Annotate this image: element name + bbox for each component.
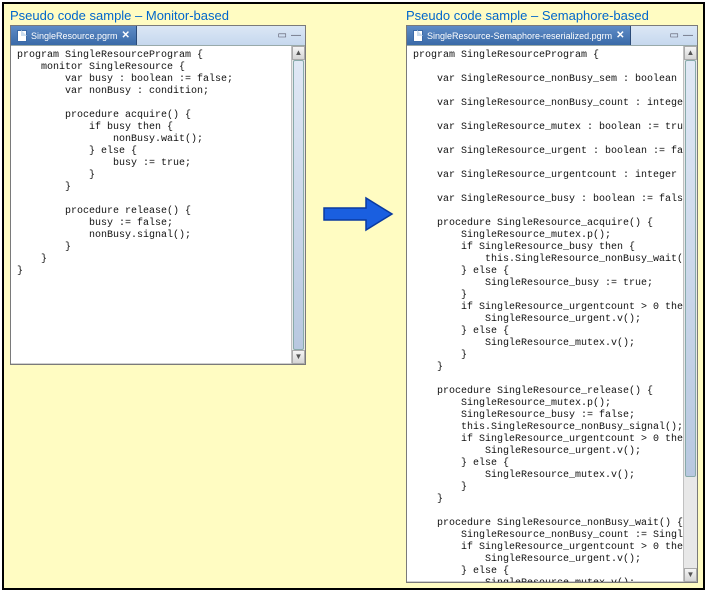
scroll-down-icon[interactable]: ▼ xyxy=(684,568,697,582)
scroll-track[interactable] xyxy=(292,60,305,350)
right-column: Pseudo code sample – Semaphore-based Sin… xyxy=(406,8,698,583)
left-column: Pseudo code sample – Monitor-based Singl… xyxy=(10,8,306,365)
editor-right: SingleResource-Semaphore-reserialized.pg… xyxy=(406,25,698,583)
tabbar-right: SingleResource-Semaphore-reserialized.pg… xyxy=(407,26,697,46)
minimize-icon[interactable]: — xyxy=(291,30,301,41)
arrow-shape xyxy=(324,198,392,230)
scroll-up-icon[interactable]: ▲ xyxy=(684,46,697,60)
scroll-thumb[interactable] xyxy=(685,60,696,477)
document-icon xyxy=(17,30,27,42)
scroll-down-icon[interactable]: ▼ xyxy=(292,350,305,364)
scrollbar-left[interactable]: ▲ ▼ xyxy=(291,46,305,364)
scroll-up-icon[interactable]: ▲ xyxy=(292,46,305,60)
close-icon[interactable]: ✕ xyxy=(616,30,624,41)
tab-label: SingleResource-Semaphore-reserialized.pg… xyxy=(427,31,612,41)
heading-left: Pseudo code sample – Monitor-based xyxy=(10,8,306,23)
scrollbar-right[interactable]: ▲ ▼ xyxy=(683,46,697,582)
tabbar-left: SingleResource.pgrm ✕ ▭ — xyxy=(11,26,305,46)
tab-right-file[interactable]: SingleResource-Semaphore-reserialized.pg… xyxy=(407,26,631,45)
diagram-frame: Pseudo code sample – Monitor-based Singl… xyxy=(2,2,705,590)
restore-icon[interactable]: ▭ xyxy=(670,30,679,41)
window-buttons: ▭ — xyxy=(666,26,697,45)
document-icon xyxy=(413,30,423,42)
tabbar-spacer xyxy=(631,26,665,45)
window-buttons: ▭ — xyxy=(274,26,305,45)
code-area-left: program SingleResourceProgram { monitor … xyxy=(11,46,305,364)
arrow-right-icon xyxy=(322,194,394,234)
code-right[interactable]: program SingleResourceProgram { var Sing… xyxy=(407,46,683,582)
scroll-track[interactable] xyxy=(684,60,697,568)
heading-right: Pseudo code sample – Semaphore-based xyxy=(406,8,698,23)
minimize-icon[interactable]: — xyxy=(683,30,693,41)
editor-left: SingleResource.pgrm ✕ ▭ — program Single… xyxy=(10,25,306,365)
code-left[interactable]: program SingleResourceProgram { monitor … xyxy=(11,46,291,364)
restore-icon[interactable]: ▭ xyxy=(278,30,287,41)
tab-label: SingleResource.pgrm xyxy=(31,31,118,41)
tab-left-file[interactable]: SingleResource.pgrm ✕ xyxy=(11,26,137,45)
close-icon[interactable]: ✕ xyxy=(122,30,130,41)
tabbar-spacer xyxy=(137,26,274,45)
scroll-thumb[interactable] xyxy=(293,60,304,350)
code-area-right: program SingleResourceProgram { var Sing… xyxy=(407,46,697,582)
